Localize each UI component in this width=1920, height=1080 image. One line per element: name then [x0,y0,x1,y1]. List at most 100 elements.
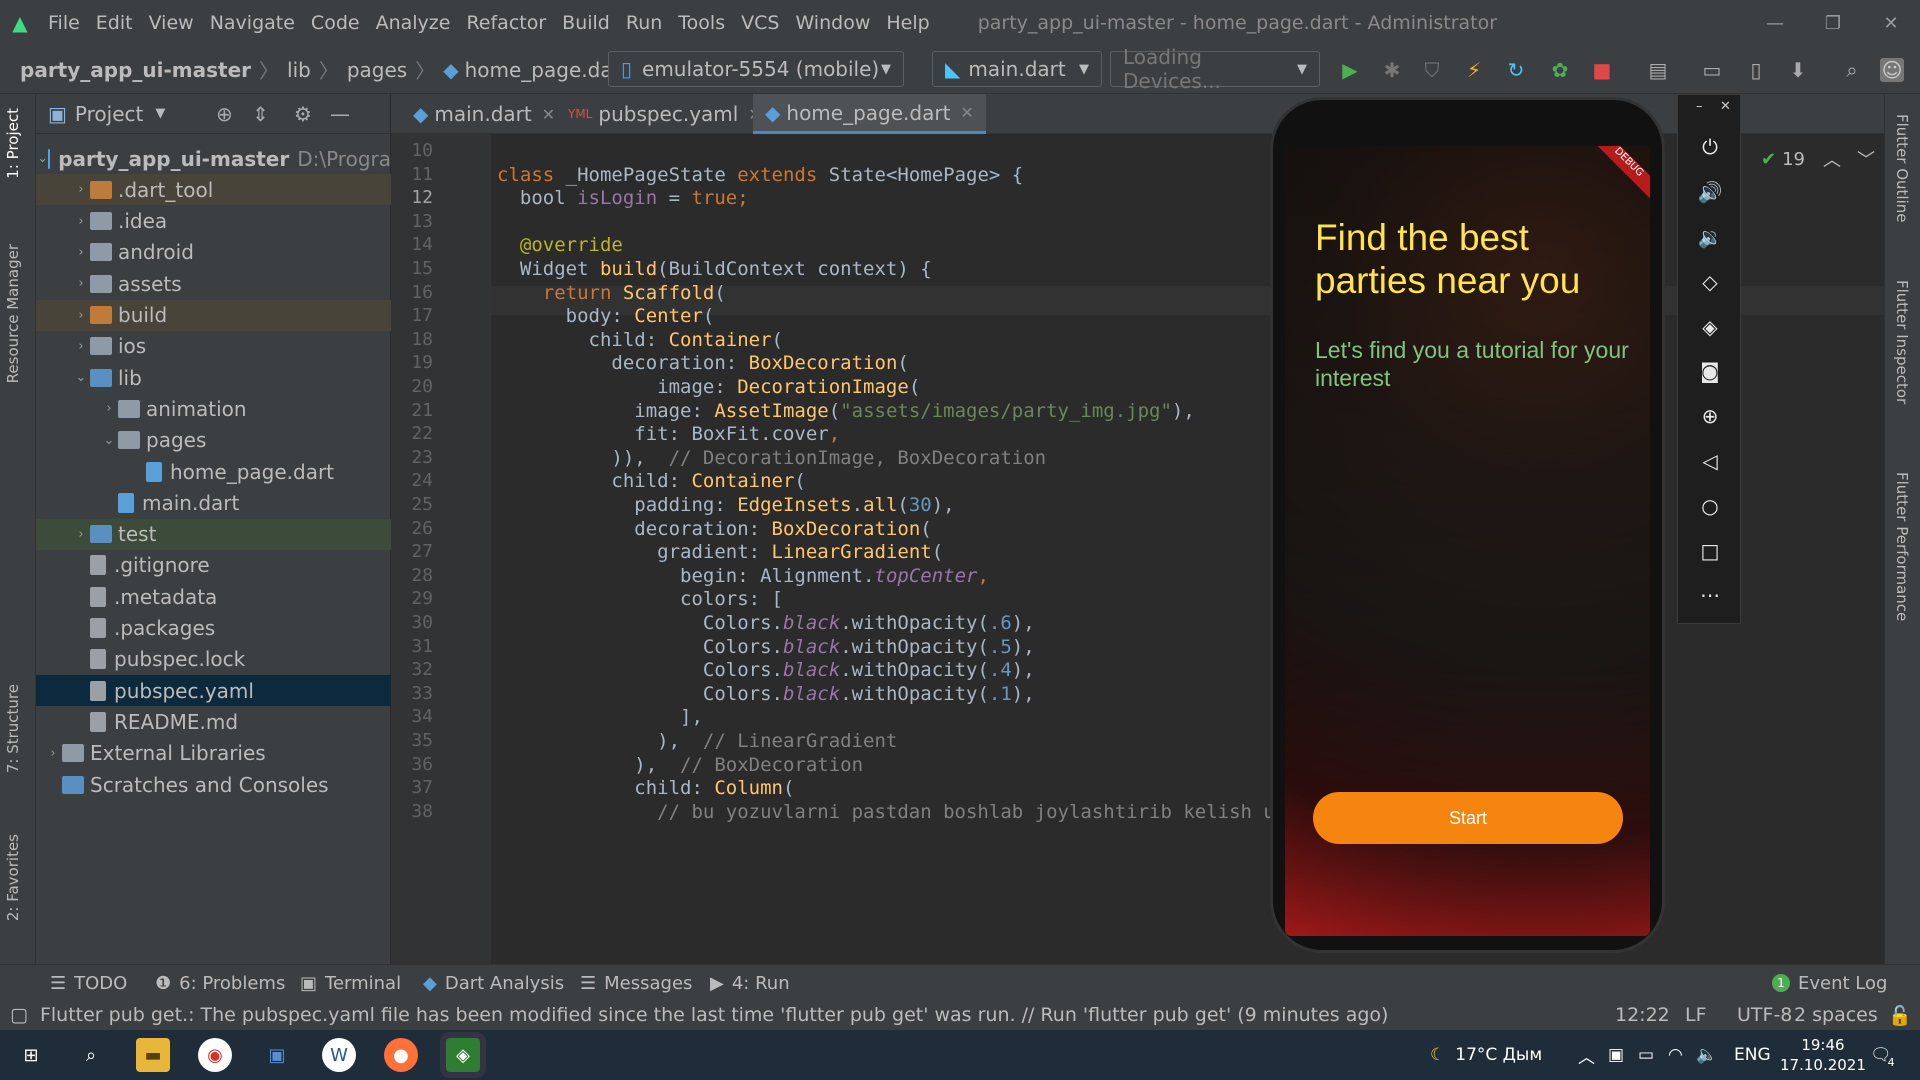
tree-item[interactable]: main.dart [36,487,391,518]
breadcrumb-project[interactable]: party_app_ui-master [20,58,251,82]
caret-position[interactable]: 12:22 [1615,1004,1670,1026]
menu-vcs[interactable]: VCS [733,0,787,46]
tool-tab-terminal[interactable]: ▣ Terminal [300,965,401,1001]
locate-icon[interactable]: ⊕ [216,102,233,126]
tool-tab-favorites[interactable]: 2: Favorites [4,834,22,921]
code-line[interactable]: // bu yozuvlarni pastdan boshlab joylash… [497,801,1320,823]
code-line[interactable]: image: DecorationImage( [497,376,920,398]
close-icon[interactable]: ✕ [1720,99,1731,114]
code-line[interactable]: )), // DecorationImage, BoxDecoration [497,447,1046,469]
inspection-widget[interactable]: ✔ 19 ︿ ﹀ [1761,146,1875,172]
menu-help[interactable]: Help [878,0,937,46]
gear-icon[interactable]: ⚙ [294,102,312,126]
tool-tab-structure[interactable]: 7: Structure [4,684,22,773]
breadcrumb-pages[interactable]: pages [347,58,407,82]
sdk-manager-icon[interactable]: ⬇ [1786,58,1810,82]
android-studio-taskbar-icon[interactable]: ◈ [446,1038,480,1072]
code-line[interactable]: ], [497,706,703,728]
chevron-down-icon[interactable]: ﹀ [1857,146,1875,172]
tool-tab-todo[interactable]: ☰ TODO [50,965,127,1001]
code-line[interactable]: ), // LinearGradient [497,730,897,752]
attach-icon[interactable]: ⛉ [1420,58,1444,82]
tree-item[interactable]: › animation [36,393,391,424]
tool-tab-messages[interactable]: ☰ Messages [580,965,692,1001]
chevron-down-icon[interactable]: ⌄ [72,370,90,385]
tool-tab-flutter-performance[interactable]: Flutter Performance [1893,472,1911,621]
minimize-icon[interactable]: – [1696,99,1703,114]
tool-tab-event-log[interactable]: 1 Event Log [1772,965,1887,1001]
volume-down-icon[interactable]: 🔉 [1678,217,1742,257]
avatar[interactable]: ☺ [1880,58,1904,82]
power-icon[interactable]: ⏻ [1678,127,1742,167]
chevron-up-icon[interactable]: ︿ [1578,1030,1595,1080]
code-line[interactable]: gradient: LinearGradient( [497,541,943,563]
code-line[interactable]: decoration: BoxDecoration( [497,352,908,374]
menu-run[interactable]: Run [618,0,670,46]
battery-icon[interactable]: ▭ [1638,1030,1654,1080]
tree-item[interactable]: › test [36,518,391,550]
code-line[interactable]: image: AssetImage("assets/images/party_i… [497,400,1195,422]
collapse-all-icon[interactable]: ⇕ [252,102,269,126]
tree-item[interactable]: pubspec.yaml [36,675,391,707]
tree-item[interactable]: › .idea [36,206,391,237]
tree-item[interactable]: README.md [36,706,391,737]
menu-code[interactable]: Code [303,0,368,46]
chevron-right-icon[interactable]: › [72,276,90,291]
file-explorer-icon[interactable]: ▬ [136,1038,170,1072]
chevron-up-icon[interactable]: ︿ [1823,146,1841,172]
volume-up-icon[interactable]: 🔊 [1678,172,1742,212]
more-icon[interactable]: ⋯ [1678,575,1742,615]
wifi-icon[interactable]: ◠ [1668,1030,1683,1080]
restore-icon[interactable]: ❐ [1804,0,1862,46]
chevron-right-icon[interactable]: › [44,746,62,761]
menu-view[interactable]: View [141,0,202,46]
stop-icon[interactable]: ■ [1590,58,1614,82]
menu-window[interactable]: Window [787,0,878,46]
language-indicator[interactable]: ENG [1734,1030,1771,1080]
project-structure-icon[interactable]: ▤ [1646,58,1670,82]
tool-tab-run[interactable]: ▶ 4: Run [710,965,790,1001]
tree-item[interactable]: ⌄ pages [36,425,391,456]
code-line[interactable]: Widget build(BuildContext context) { [497,258,932,280]
firefox-icon[interactable]: ● [384,1038,418,1072]
status-toggle-icon[interactable]: ▢ [10,1004,28,1026]
tree-item[interactable]: pubspec.lock [36,644,391,675]
menu-refactor[interactable]: Refactor [458,0,554,46]
back-icon[interactable]: ◁ [1678,441,1742,481]
home-icon[interactable]: ○ [1678,486,1742,526]
tool-tab-flutter-outline[interactable]: Flutter Outline [1893,114,1911,223]
code-line[interactable]: class _HomePageState extends State<HomeP… [497,164,1023,186]
breadcrumb-file[interactable]: home_page.dart [465,58,629,82]
code-line[interactable]: Colors.black.withOpacity(.4), [497,659,1035,681]
code-line[interactable]: Colors.black.withOpacity(.1), [497,683,1035,705]
zoom-icon[interactable]: ⊕ [1678,396,1742,436]
tool-tab-problems[interactable]: ❶ 6: Problems [155,965,285,1001]
devices-loading-selector[interactable]: Loading Devices... ▼ [1110,45,1320,93]
menu-navigate[interactable]: Navigate [202,0,303,46]
menu-build[interactable]: Build [554,0,618,46]
rotate-left-icon[interactable]: ◇ [1678,262,1742,302]
tab-main-dart[interactable]: ◆ main.dart ✕ [401,94,567,134]
tree-item[interactable]: home_page.dart [36,456,391,487]
indent-setting[interactable]: 2 spaces [1794,1004,1878,1026]
rotate-right-icon[interactable]: ◈ [1678,307,1742,347]
chevron-down-icon[interactable]: ⌄ [100,433,118,448]
code-line[interactable]: @override [497,234,623,256]
menu-edit[interactable]: Edit [88,0,141,46]
code-line[interactable]: decoration: BoxDecoration( [497,518,931,540]
close-icon[interactable]: ✕ [1862,0,1920,46]
chevron-right-icon[interactable]: › [72,214,90,229]
tree-item[interactable]: › build [36,299,391,331]
tree-item[interactable]: › android [36,237,391,268]
tab-home-page-dart[interactable]: ◆ home_page.dart ✕ [753,94,986,134]
chrome-icon[interactable]: ◉ [198,1038,232,1072]
device-selector[interactable]: ▯ emulator-5554 (mobile) ▼ [608,51,904,87]
avd-manager-icon[interactable]: ▯ [1744,58,1768,82]
tree-item[interactable]: .metadata [36,581,391,612]
tool-tab-project[interactable]: 1: Project [4,108,22,179]
chevron-right-icon[interactable]: › [72,308,90,323]
save-app-icon[interactable]: ▣ [260,1038,294,1072]
code-line[interactable]: child: Container( [497,329,784,351]
volume-icon[interactable]: 🔈 [1696,1030,1717,1080]
breadcrumb-lib[interactable]: lib [287,58,311,82]
